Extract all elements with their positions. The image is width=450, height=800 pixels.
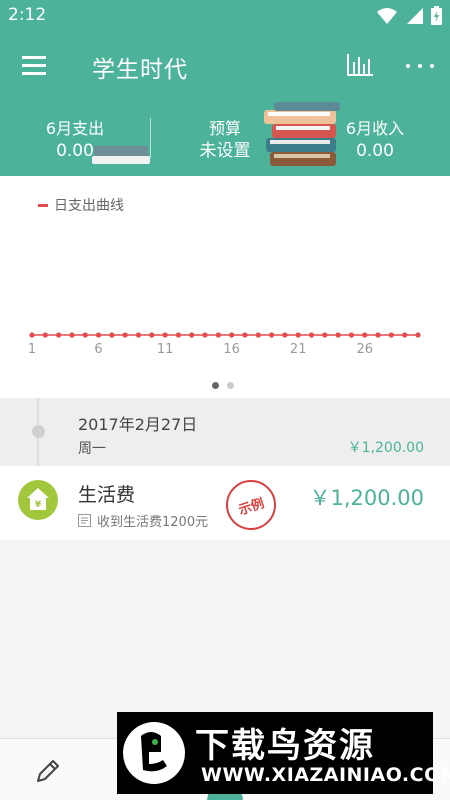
pencil-icon [37, 760, 59, 782]
data-point [42, 332, 48, 338]
x-tick-label: 11 [157, 342, 174, 357]
chart-pager [212, 382, 234, 389]
entry-title: 生活费 [78, 484, 136, 506]
bird-logo-icon [123, 722, 185, 784]
stamp-text: 示例 [236, 496, 267, 519]
battery-icon [431, 6, 442, 25]
data-point [242, 332, 248, 338]
entry-amount: ￥1,200.00 [309, 486, 424, 510]
x-tick-label: 1 [28, 342, 36, 357]
data-point [29, 332, 35, 338]
data-point [95, 332, 102, 338]
svg-text:¥: ¥ [35, 500, 42, 510]
expense-value: 0.00 [56, 141, 94, 161]
data-point [229, 332, 235, 338]
record-date: 2017年2月27日 [78, 415, 198, 434]
income-label: 6月收入 [345, 119, 405, 138]
watermark-title: 下载鸟资源 [195, 726, 375, 766]
app-bar: 学生时代 [0, 32, 450, 98]
timeline-dot [32, 425, 45, 438]
more-button[interactable] [400, 48, 440, 82]
x-tick-label: 26 [356, 342, 373, 357]
data-point [282, 332, 288, 338]
data-point [175, 332, 182, 338]
divider [150, 118, 151, 158]
hamburger-icon [22, 56, 46, 75]
daily-expense-chart[interactable]: 日支出曲线 1 6 11 16 21 26 [0, 176, 450, 398]
data-point [109, 332, 115, 338]
budget-label: 预算 [208, 119, 241, 138]
data-point [362, 332, 368, 338]
signal-icon [407, 7, 423, 24]
data-point [335, 332, 341, 338]
record-weekday: 周一 [78, 441, 106, 457]
monthly-summary: 6月支出 0.00 预算 未设置 6月收入 0.00 [0, 98, 450, 176]
data-point [415, 332, 421, 338]
home-yuan-icon: ¥ [18, 480, 58, 520]
record-day-total: ￥1,200.00 [347, 440, 424, 456]
status-time: 2:12 [8, 5, 47, 25]
data-point [215, 332, 221, 338]
note-icon [78, 514, 91, 527]
data-point [402, 332, 408, 338]
data-point [348, 332, 355, 338]
status-icons [377, 6, 442, 25]
menu-button[interactable] [14, 47, 54, 83]
expense-summary[interactable]: 6月支出 0.00 [30, 118, 120, 162]
list-item[interactable]: ¥ 生活费 收到生活费1200元 示例 ￥1,200.00 [0, 466, 450, 540]
entry-note-text: 收到生活费1200元 [97, 515, 209, 530]
budget-value: 未设置 [199, 141, 251, 161]
data-point [69, 332, 75, 338]
watermark-url: WWW.XIAZAINIAO.COM [201, 764, 450, 786]
data-point [135, 332, 142, 338]
data-point [122, 332, 128, 338]
data-point [56, 332, 62, 338]
status-bar: 2:12 [0, 0, 450, 32]
line-chart: 1 6 11 16 21 26 [28, 332, 421, 357]
statistics-button[interactable] [342, 48, 378, 82]
x-tick-label: 6 [94, 342, 102, 357]
pager-dot[interactable] [227, 382, 234, 389]
data-point [202, 332, 208, 338]
wifi-icon [377, 7, 397, 24]
edit-button[interactable] [30, 755, 66, 787]
pager-dot[interactable] [212, 382, 219, 389]
data-point [149, 332, 155, 338]
data-point [295, 332, 301, 338]
data-point [388, 332, 394, 338]
data-point [268, 332, 275, 338]
income-summary[interactable]: 6月收入 0.00 [330, 118, 420, 162]
sample-stamp: 示例 [226, 480, 276, 530]
more-dots-icon [406, 64, 434, 68]
entry-note: 收到生活费1200元 [78, 511, 208, 530]
data-point [375, 332, 381, 338]
income-value: 0.00 [356, 141, 394, 161]
data-point [308, 332, 315, 338]
data-point [189, 332, 195, 338]
x-tick-label: 16 [223, 342, 240, 357]
x-tick-label: 21 [290, 342, 307, 357]
watermark-banner: 下载鸟资源 WWW.XIAZAINIAO.COM [117, 712, 450, 794]
data-point [82, 332, 88, 338]
page-title: 学生时代 [92, 57, 188, 83]
data-point [255, 332, 261, 338]
budget-summary[interactable]: 预算 未设置 [180, 118, 270, 162]
expense-label: 6月支出 [45, 119, 105, 138]
data-point [162, 332, 168, 338]
data-point [322, 332, 328, 338]
bar-chart-icon [347, 54, 373, 76]
